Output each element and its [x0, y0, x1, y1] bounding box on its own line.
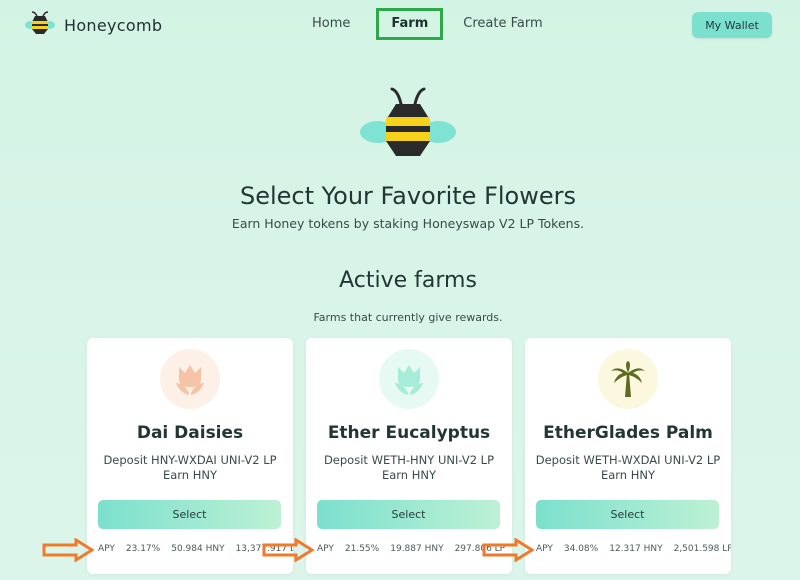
section-subtitle: Farms that currently give rewards. [313, 311, 503, 324]
brand-name: Honeycomb [64, 15, 163, 35]
farm-name: Dai Daisies [136, 423, 244, 443]
farm-earn: Earn HNY [381, 468, 437, 482]
farm-card-etherglades-palm: EtherGlades Palm Deposit WETH-WXDAI UNI-… [525, 338, 731, 574]
apy-value: 23.17% [125, 544, 161, 554]
select-button[interactable]: Select [317, 500, 500, 529]
nav-create-farm[interactable]: Create Farm [451, 8, 554, 40]
reward-value: 19.887 HNY [390, 544, 444, 554]
apy-label: APY [317, 544, 334, 554]
apy-label: APY [536, 544, 553, 554]
farm-deposit: Deposit WETH-HNY UNI-V2 LP [323, 453, 495, 467]
apy-value: 34.08% [563, 544, 599, 554]
main-nav: Home Farm Create Farm [300, 8, 555, 40]
annotation-arrow-icon [262, 537, 315, 566]
reward-value: 50.984 HNY [171, 544, 225, 554]
nav-home[interactable]: Home [300, 8, 362, 40]
bee-hero-icon [358, 86, 458, 162]
tulip-icon [160, 349, 220, 409]
farm-name: Ether Eucalyptus [327, 423, 491, 443]
apy-label: APY [98, 544, 115, 554]
annotation-arrow-icon [482, 537, 535, 566]
farm-earn: Earn HNY [600, 468, 656, 482]
select-button[interactable]: Select [98, 500, 281, 529]
section-title: Active farms [339, 268, 477, 293]
page-subtitle: Earn Honey tokens by staking Honeyswap V… [231, 216, 585, 231]
farm-stats: APY 34.08% 12.317 HNY 2,501.598 LP [536, 544, 731, 554]
lp-value: 2,501.598 LP [673, 544, 731, 554]
brand[interactable]: Honeycomb [24, 10, 162, 40]
farm-deposit: Deposit HNY-WXDAI UNI-V2 LP [103, 453, 277, 467]
bee-logo-icon [24, 10, 56, 40]
page-title: Select Your Favorite Flowers [240, 182, 576, 210]
tulip-icon [379, 349, 439, 409]
my-wallet-button[interactable]: My Wallet [692, 12, 772, 38]
farm-name: EtherGlades Palm [543, 423, 713, 443]
reward-value: 12.317 HNY [609, 544, 663, 554]
apy-value: 21.55% [344, 544, 380, 554]
select-button[interactable]: Select [536, 500, 719, 529]
annotation-arrow-icon [42, 537, 95, 566]
farm-stats: APY 21.55% 19.887 HNY 297.806 LP [317, 544, 505, 554]
farm-deposit: Deposit WETH-WXDAI UNI-V2 LP [535, 453, 721, 467]
farm-earn: Earn HNY [162, 468, 218, 482]
top-bar: Honeycomb Home Farm Create Farm My Walle… [0, 0, 800, 48]
nav-farm[interactable]: Farm [376, 8, 444, 40]
palm-tree-icon [598, 349, 658, 409]
